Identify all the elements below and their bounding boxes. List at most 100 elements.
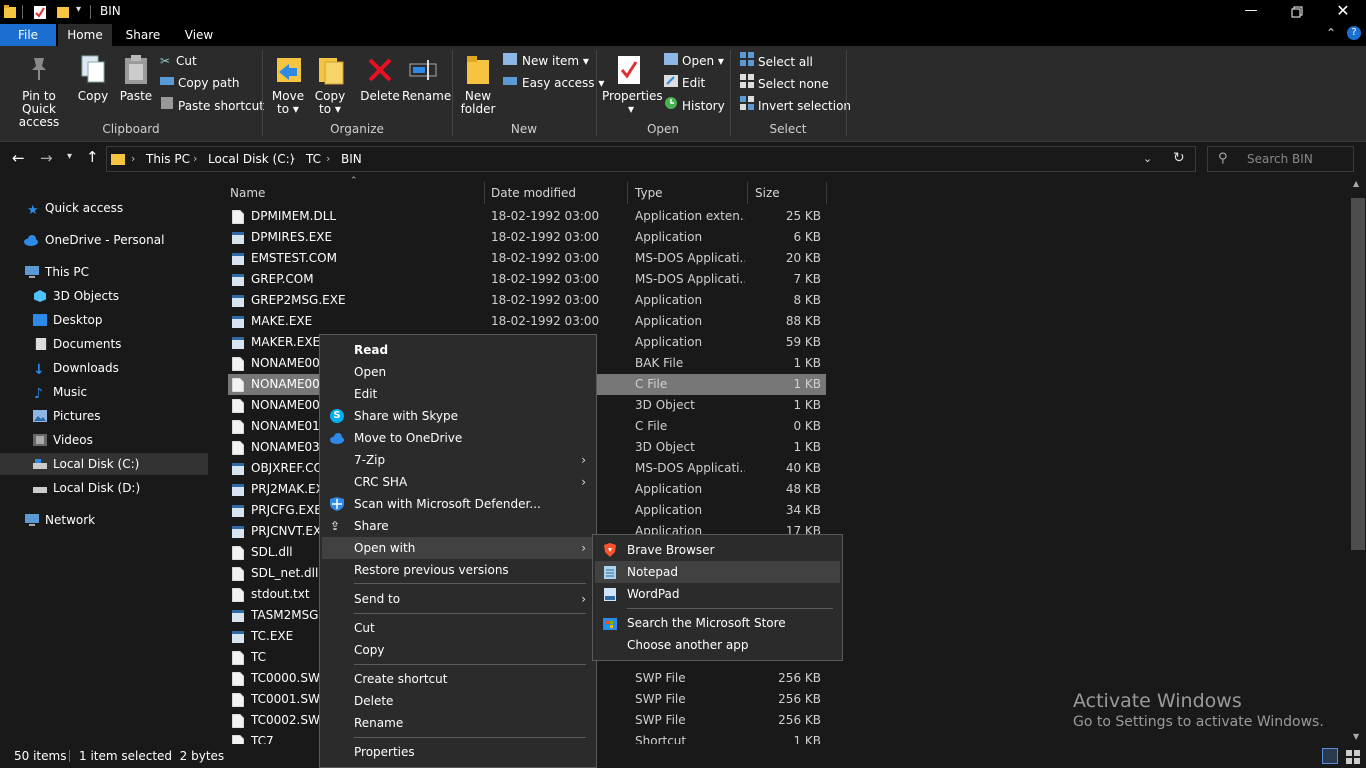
rename-button[interactable]: Rename bbox=[402, 90, 451, 103]
menu-item-move-onedrive[interactable]: Move to OneDrive bbox=[322, 427, 594, 449]
address-dropdown-icon[interactable]: ⌄ bbox=[1143, 152, 1152, 165]
large-icons-view-icon[interactable] bbox=[1346, 748, 1362, 764]
tab-view[interactable]: View bbox=[172, 24, 226, 46]
column-header-size[interactable]: Size bbox=[755, 182, 825, 204]
open-with-choose-another[interactable]: Choose another app bbox=[595, 634, 840, 656]
menu-item-create-shortcut[interactable]: Create shortcut bbox=[322, 668, 594, 690]
search-box[interactable]: ⚲ Search BIN bbox=[1207, 146, 1354, 172]
collapse-ribbon-icon[interactable]: ⌃ bbox=[1326, 26, 1336, 40]
tab-home[interactable]: Home bbox=[58, 24, 112, 46]
nav-pictures[interactable]: Pictures bbox=[0, 405, 208, 427]
menu-item-7zip[interactable]: 7-Zip › bbox=[322, 449, 594, 471]
nav-desktop[interactable]: Desktop bbox=[0, 309, 208, 331]
new-item-button[interactable]: New item ▾ bbox=[503, 52, 589, 70]
breadcrumb-bin[interactable]: BIN bbox=[341, 152, 362, 166]
window-title: BIN bbox=[100, 4, 121, 18]
copy-button[interactable]: Copy bbox=[76, 90, 110, 103]
column-separator[interactable] bbox=[747, 182, 748, 204]
paste-button[interactable]: Paste bbox=[118, 90, 154, 103]
open-with-brave[interactable]: Brave Browser bbox=[595, 539, 840, 561]
up-arrow-icon[interactable]: ↑ bbox=[86, 148, 99, 166]
nav-onedrive[interactable]: OneDrive - Personal bbox=[0, 229, 208, 251]
nav-videos[interactable]: Videos bbox=[0, 429, 208, 451]
column-separator[interactable] bbox=[484, 182, 485, 204]
menu-item-share-skype[interactable]: S Share with Skype bbox=[322, 405, 594, 427]
nav-music[interactable]: ♪ Music bbox=[0, 381, 208, 403]
new-folder-button[interactable]: New folder bbox=[458, 90, 498, 116]
menu-item-open-with[interactable]: Open with › bbox=[322, 537, 594, 559]
minimize-button[interactable]: — bbox=[1228, 0, 1274, 24]
edit-button[interactable]: Edit bbox=[664, 74, 705, 92]
maximize-button[interactable] bbox=[1274, 0, 1320, 24]
properties-button[interactable]: Properties ▾ bbox=[602, 90, 663, 116]
menu-item-restore-versions[interactable]: Restore previous versions bbox=[322, 559, 594, 581]
menu-item-cut[interactable]: Cut bbox=[322, 617, 594, 639]
copy-path-button[interactable]: Copy path bbox=[160, 74, 240, 92]
nav-local-disk-c[interactable]: Local Disk (C:) bbox=[0, 453, 208, 475]
nav-local-disk-d[interactable]: Local Disk (D:) bbox=[0, 477, 208, 499]
nav-3d-objects[interactable]: 3D Objects bbox=[0, 285, 208, 307]
new-folder-icon[interactable] bbox=[57, 5, 69, 19]
search-input[interactable]: Search BIN bbox=[1247, 152, 1313, 166]
history-button[interactable]: History bbox=[664, 96, 725, 114]
help-icon[interactable]: ? bbox=[1347, 26, 1361, 40]
nav-this-pc[interactable]: This PC bbox=[0, 261, 208, 283]
menu-item-copy[interactable]: Copy bbox=[322, 639, 594, 661]
table-row[interactable]: EMSTEST.COM 18-02-1992 03:00 MS-DOS Applic… bbox=[228, 248, 826, 269]
move-to-button[interactable]: Move to ▾ bbox=[268, 90, 308, 116]
open-with-microsoft-store[interactable]: Search the Microsoft Store bbox=[595, 612, 840, 634]
invert-selection-button[interactable]: Invert selection bbox=[740, 96, 851, 114]
properties-check-icon[interactable] bbox=[34, 5, 46, 19]
customize-quick-access-icon[interactable]: ▾ bbox=[76, 4, 81, 15]
scroll-down-icon[interactable]: ▼ bbox=[1353, 732, 1359, 741]
forward-arrow-icon[interactable]: → bbox=[40, 149, 53, 167]
nav-network[interactable]: Network bbox=[0, 509, 208, 531]
column-header-type[interactable]: Type bbox=[635, 182, 747, 204]
column-header-date[interactable]: Date modified bbox=[491, 182, 627, 204]
recent-locations-chevron-icon[interactable]: ▾ bbox=[67, 151, 72, 162]
menu-item-read[interactable]: Read bbox=[322, 339, 594, 361]
tab-file[interactable]: File bbox=[0, 24, 56, 46]
menu-item-open[interactable]: Open bbox=[322, 361, 594, 383]
table-row[interactable]: DPMIRES.EXE 18-02-1992 03:00 Application 6 … bbox=[228, 227, 826, 248]
nav-downloads[interactable]: ↓ Downloads bbox=[0, 357, 208, 379]
scroll-up-icon[interactable]: ▲ bbox=[1353, 179, 1359, 188]
paste-shortcut-button[interactable]: Paste shortcut bbox=[160, 96, 264, 114]
breadcrumb-this-pc[interactable]: This PC bbox=[146, 152, 190, 166]
table-row[interactable]: GREP2MSG.EXE 18-02-1992 03:00 Application 8… bbox=[228, 290, 826, 311]
breadcrumb-local-disk[interactable]: Local Disk (C:) bbox=[208, 152, 294, 166]
open-with-notepad[interactable]: Notepad bbox=[595, 561, 840, 583]
open-button[interactable]: Open ▾ bbox=[664, 52, 724, 70]
scrollbar-thumb[interactable] bbox=[1351, 198, 1365, 550]
nav-quick-access[interactable]: ★ Quick access bbox=[0, 197, 208, 219]
menu-item-send-to[interactable]: Send to › bbox=[322, 588, 594, 610]
address-bar[interactable]: › This PC › Local Disk (C:) › TC › BIN ⌄… bbox=[106, 146, 1196, 172]
copy-to-button[interactable]: Copy to ▾ bbox=[310, 90, 350, 116]
close-button[interactable]: ✕ bbox=[1320, 0, 1366, 24]
tab-share[interactable]: Share bbox=[116, 24, 170, 46]
refresh-icon[interactable]: ↻ bbox=[1173, 150, 1185, 166]
menu-item-edit[interactable]: Edit bbox=[322, 383, 594, 405]
details-view-icon[interactable] bbox=[1322, 748, 1338, 764]
menu-item-scan-defender[interactable]: Scan with Microsoft Defender... bbox=[322, 493, 594, 515]
column-header-name[interactable]: Name bbox=[230, 182, 484, 204]
back-arrow-icon[interactable]: ← bbox=[12, 149, 25, 167]
breadcrumb-tc[interactable]: TC bbox=[306, 152, 321, 166]
select-all-button[interactable]: Select all bbox=[740, 52, 813, 70]
menu-item-crc-sha[interactable]: CRC SHA › bbox=[322, 471, 594, 493]
menu-item-share[interactable]: ⇪ Share bbox=[322, 515, 594, 537]
select-none-button[interactable]: Select none bbox=[740, 74, 829, 92]
column-separator[interactable] bbox=[826, 182, 827, 204]
table-row[interactable]: DPMIMEM.DLL 18-02-1992 03:00 Application e… bbox=[228, 206, 826, 227]
menu-item-rename[interactable]: Rename bbox=[322, 712, 594, 734]
table-row[interactable]: GREP.COM 18-02-1992 03:00 MS-DOS Applicati… bbox=[228, 269, 826, 290]
open-with-wordpad[interactable]: WordPad bbox=[595, 583, 840, 605]
table-row[interactable]: MAKE.EXE 18-02-1992 03:00 Application 88 KB bbox=[228, 311, 826, 332]
menu-item-properties[interactable]: Properties bbox=[322, 741, 594, 763]
column-separator[interactable] bbox=[627, 182, 628, 204]
cut-button[interactable]: ✂ Cut bbox=[160, 52, 197, 70]
easy-access-button[interactable]: Easy access ▾ bbox=[503, 74, 604, 92]
menu-item-delete[interactable]: Delete bbox=[322, 690, 594, 712]
nav-documents[interactable]: Documents bbox=[0, 333, 208, 355]
delete-button[interactable]: Delete bbox=[360, 90, 400, 103]
